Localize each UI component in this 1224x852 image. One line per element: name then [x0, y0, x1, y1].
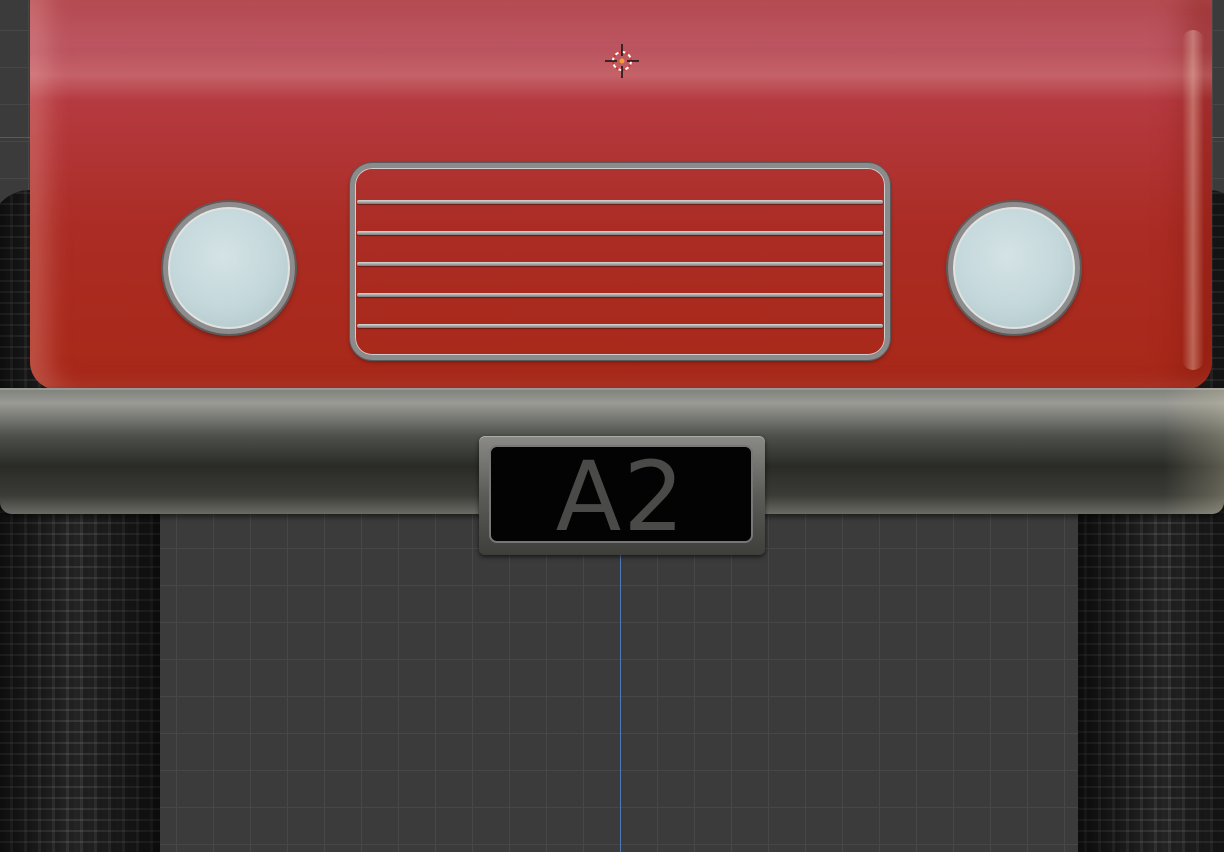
grille-bar [357, 200, 883, 204]
grille-bar [357, 262, 883, 266]
grille[interactable] [350, 163, 890, 360]
license-plate: A2 [489, 441, 753, 553]
grille-bar [357, 293, 883, 297]
license-plate-text: A2 [555, 441, 687, 553]
right-headlight[interactable] [948, 202, 1080, 334]
3d-viewport[interactable]: A2 [0, 0, 1224, 852]
3d-cursor-icon[interactable] [605, 44, 639, 78]
left-headlight[interactable] [163, 202, 295, 334]
license-plate-frame[interactable]: A2 [479, 436, 765, 555]
grille-bar [357, 231, 883, 235]
grille-bar [357, 324, 883, 328]
